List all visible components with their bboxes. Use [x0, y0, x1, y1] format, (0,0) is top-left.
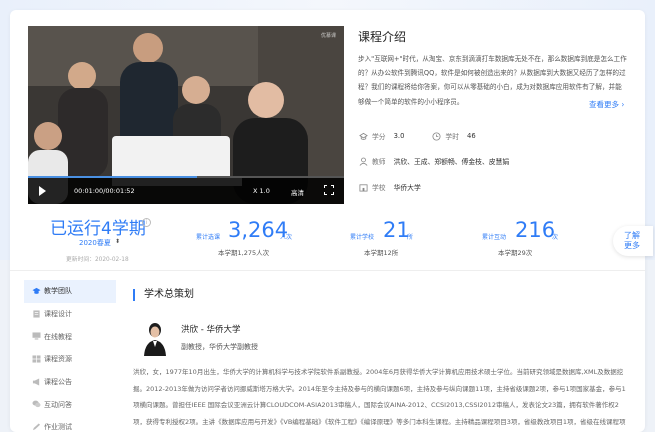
credits-value: 3.0: [393, 132, 405, 140]
school-label: 学校: [372, 184, 386, 192]
info-icon[interactable]: i: [142, 218, 151, 227]
teacher-photo: [142, 320, 168, 356]
document-icon: [33, 310, 40, 318]
fullscreen-icon[interactable]: [324, 185, 334, 195]
credits-icon: [359, 132, 368, 140]
stat-interact-unit: 次: [552, 234, 559, 241]
stat-schools-unit: 所: [407, 234, 414, 241]
section-title: 学术总策划: [133, 289, 194, 301]
run-title: 已运行4学期: [50, 219, 146, 239]
school-row: 学校 华侨大学: [359, 182, 421, 192]
video-player[interactable]: 优慕课 00:01:00/00:01:52 X 1.0 高清: [28, 26, 344, 204]
sidebar-item-label: 课程公告: [44, 378, 72, 387]
stat-interact-label: 累计互动: [482, 234, 507, 241]
school-icon: [359, 183, 368, 192]
megaphone-icon: [32, 378, 40, 386]
updown-arrow-icon[interactable]: ⬍: [115, 238, 120, 245]
speed-button[interactable]: X 1.0: [253, 187, 270, 195]
learn-more-button[interactable]: 了解 更多: [613, 226, 653, 256]
stat-visits-sub: 本学期1,275人次: [218, 249, 270, 257]
chat-icon: [32, 401, 41, 408]
stat-schools-value: 21: [383, 218, 410, 242]
stat-visits-unit: 人次: [280, 234, 293, 241]
grid-icon: [32, 355, 41, 363]
stat-schools-label: 累计学校: [350, 234, 375, 241]
stat-visits-label: 累计选课: [196, 234, 221, 241]
sidebar-item-qa[interactable]: 互动问答: [24, 393, 116, 416]
sidebar-item-design[interactable]: 课程设计: [24, 303, 116, 326]
teacher-icon: [359, 157, 368, 166]
sidebar-item-label: 教学团队: [44, 287, 72, 296]
sidebar-item-homework[interactable]: 作业测试: [24, 416, 116, 432]
monitor-icon: [32, 332, 41, 340]
sidebar-item-label: 作业测试: [44, 423, 72, 432]
play-icon[interactable]: [39, 186, 46, 196]
semester-select[interactable]: 2020春夏: [79, 238, 111, 248]
pencil-icon: [32, 423, 41, 431]
credits-row: 学分 3.0 学时 46: [359, 131, 476, 141]
hours-value: 46: [467, 132, 476, 140]
sidebar-item-label: 课程资源: [44, 355, 72, 364]
graduation-cap-icon: [32, 287, 41, 294]
school-value: 华侨大学: [393, 184, 421, 192]
sidebar-item-label: 在线教程: [44, 332, 72, 341]
section-divider: [10, 270, 645, 271]
teachers-value: 洪欣、王成、郑额畅、傅金枝、皮慧娟: [393, 158, 510, 166]
sidebar-item-team[interactable]: 教学团队: [24, 280, 116, 303]
intro-title: 课程介绍: [358, 30, 407, 44]
sidebar-item-resources[interactable]: 课程资源: [24, 348, 116, 371]
sidebar-item-notice[interactable]: 课程公告: [24, 371, 116, 394]
credits-label: 学分: [372, 133, 386, 141]
avatar: [142, 320, 168, 356]
teacher-name: 洪欣 - 华侨大学: [181, 325, 241, 335]
stat-schools-sub: 本学期12所: [364, 249, 399, 257]
view-more-link[interactable]: 查看更多 ›: [586, 99, 625, 110]
teachers-label: 教师: [372, 158, 386, 166]
sidebar-item-label: 互动问答: [44, 400, 72, 409]
updated-time: 更新时间：2020-02-18: [66, 257, 129, 263]
hours-label: 学时: [445, 133, 459, 141]
sidebar: 教学团队 课程设计 在线教程 课程资源 课程公告 互动问答 作业测试: [24, 280, 116, 432]
video-time: 00:01:00/00:01:52: [74, 187, 135, 195]
video-controls: 00:01:00/00:01:52 X 1.0 高清: [28, 178, 344, 204]
teachers-row: 教师 洪欣、王成、郑额畅、傅金枝、皮慧娟: [359, 156, 509, 166]
sidebar-item-label: 课程设计: [44, 310, 72, 319]
teacher-role: 副教授，华侨大学副教授: [181, 343, 258, 351]
stat-interact-sub: 本学期29次: [498, 249, 533, 257]
clock-icon: [432, 131, 441, 141]
video-watermark: 优慕课: [320, 33, 336, 39]
stat-interact-value: 216: [515, 218, 556, 242]
quality-button[interactable]: 高清: [291, 187, 304, 197]
learn-more-line2: 更多: [624, 241, 640, 250]
learn-more-line1: 了解: [624, 231, 640, 240]
teacher-bio: 洪欣，女，1977年10月出生，华侨大学的计算机科学与技术学院软件系副教授。20…: [133, 368, 626, 426]
sidebar-item-online[interactable]: 在线教程: [24, 325, 116, 348]
